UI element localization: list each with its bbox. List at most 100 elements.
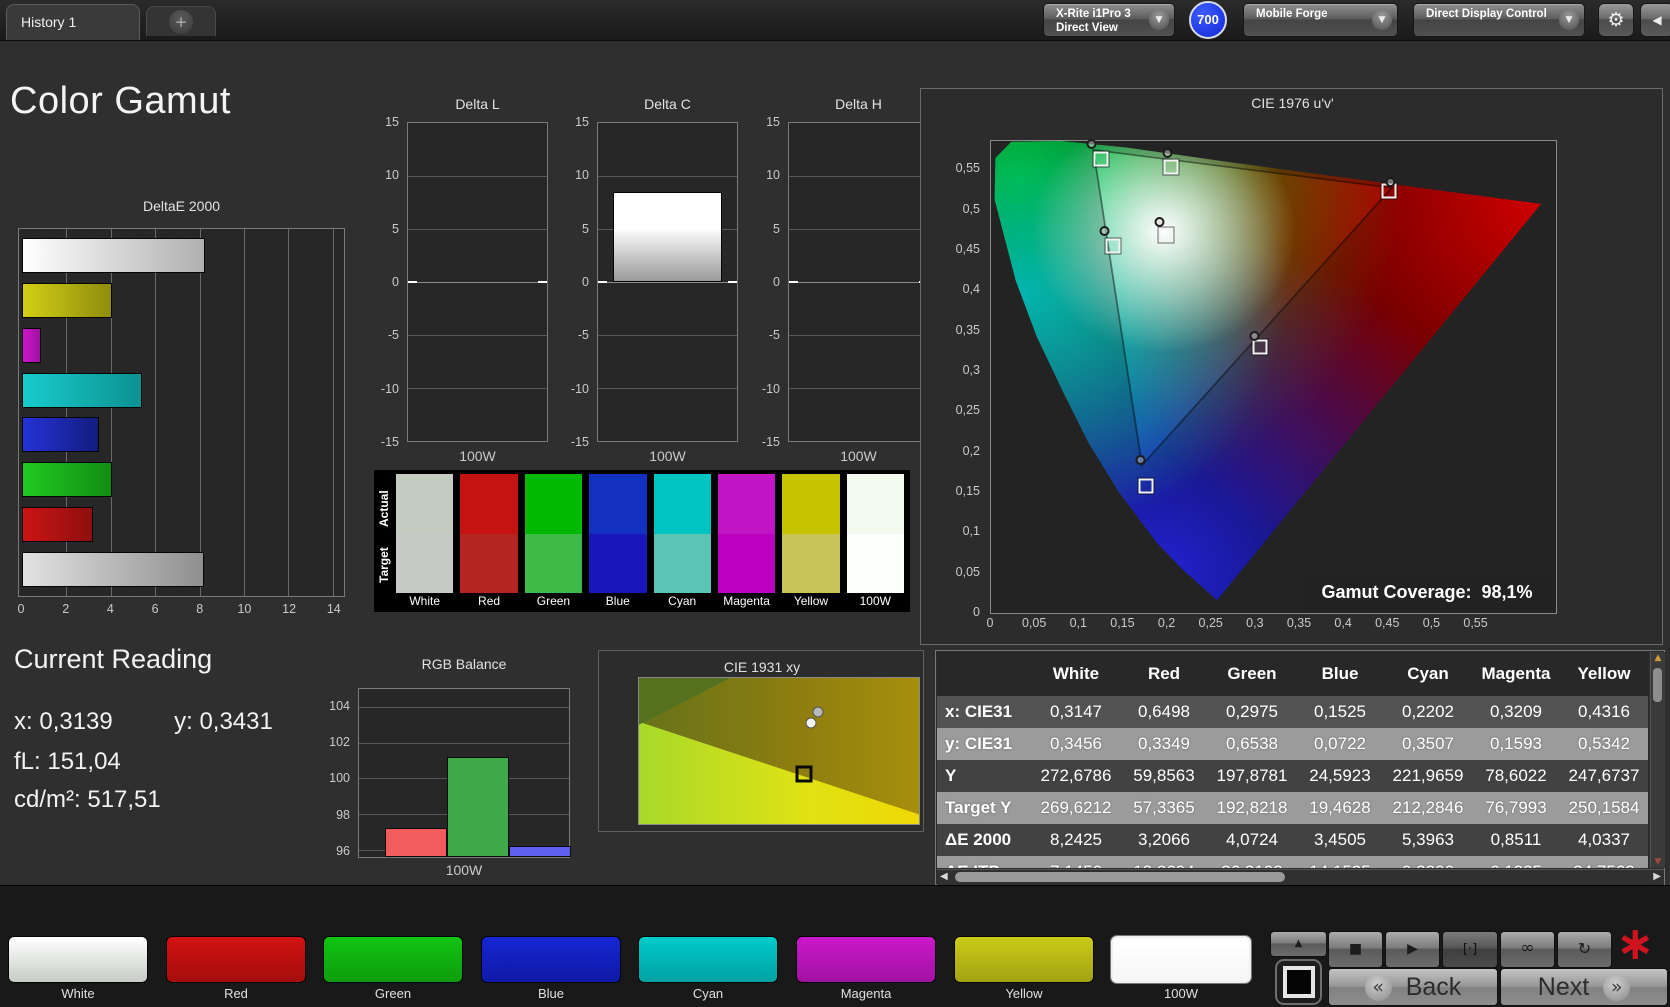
scroll-down-icon[interactable]: ▼ <box>1651 857 1665 867</box>
deltae-x-tick: 6 <box>151 602 159 616</box>
measurement-table-panel: White Red Green Blue Cyan Magenta Yellow… <box>935 650 1665 885</box>
back-label: Back <box>1405 972 1462 1001</box>
deltae-x-tick: 2 <box>62 602 70 616</box>
square-icon <box>1282 966 1315 998</box>
pattern-button-cyan[interactable] <box>638 936 778 983</box>
rgb-y-tick: 98 <box>336 807 350 822</box>
actual-target-swatches: Actual Target White Red Green Blue Cyan Magen… <box>374 470 910 612</box>
add-tab-button[interactable]: + <box>146 6 216 36</box>
pattern-mode-button[interactable]: [·] <box>1442 931 1498 968</box>
deltae-x-axis: 0 2 4 6 8 10 12 14 <box>17 602 345 620</box>
delta-y-tick: 10 <box>385 168 399 183</box>
target-row-label: Target <box>377 547 391 583</box>
delta-c-y-axis: 15 10 5 0 -5 -10 -15 <box>559 115 593 449</box>
deltae-x-tick: 14 <box>326 602 341 616</box>
swatch-column-red: Red <box>460 474 518 610</box>
target-marker-green <box>1092 150 1110 168</box>
pattern-button-label: Cyan <box>692 986 724 1001</box>
cie-x-tick: 0,1 <box>1069 616 1087 630</box>
pattern-button-100w[interactable] <box>1111 936 1251 983</box>
deltae-x-tick: 10 <box>237 602 252 616</box>
next-button[interactable]: Next » <box>1500 968 1668 1006</box>
delta-gridline <box>598 388 737 389</box>
loop-button[interactable]: ∞ <box>1500 931 1555 968</box>
pattern-button-green[interactable] <box>323 936 463 983</box>
delta-y-tick: 0 <box>582 275 589 289</box>
page-title: Color Gamut <box>10 80 231 122</box>
cie-x-tick: 0,55 <box>1463 616 1488 630</box>
pattern-button-label: Magenta <box>840 986 892 1001</box>
deltae-x-tick: 8 <box>196 602 204 616</box>
delta-gridline <box>789 229 928 230</box>
chevron-down-icon: ▼ <box>1149 10 1169 30</box>
swatch-actual <box>524 474 583 534</box>
swatch-target <box>846 533 904 593</box>
delta-h-y-axis: 15 10 5 0 -5 -10 -15 <box>750 115 784 449</box>
cie1931-diagram <box>638 677 920 825</box>
delta-gridline <box>789 176 928 177</box>
pattern-button-label: Green <box>374 986 412 1001</box>
meter-mode: Direct View <box>1056 22 1118 34</box>
pattern-button-blue[interactable] <box>481 936 621 983</box>
table-row: x: CIE31 0,3147 0,6498 0,2975 0,1525 0,2202 0,… <box>937 696 1648 728</box>
gamut-coverage-value: 98,1% <box>1481 582 1533 602</box>
chevron-down-icon: ▼ <box>1372 10 1392 30</box>
table-vertical-scrollbar[interactable]: ▲ ▼ <box>1650 652 1665 868</box>
rgb-bar-blue <box>509 846 571 857</box>
collapse-panel-icon[interactable]: ◀ <box>1640 3 1670 37</box>
delta-h-title: Delta H <box>835 96 882 112</box>
pattern-window-button[interactable] <box>1275 959 1322 1005</box>
refresh-button[interactable]: ↻ <box>1557 931 1612 968</box>
luminance-badge[interactable]: 700 <box>1189 1 1227 39</box>
rgb-y-tick: 100 <box>329 771 350 786</box>
pattern-button-white[interactable] <box>8 936 148 983</box>
meter-status-stripe <box>1046 6 1051 34</box>
swatch-column-white: White <box>396 474 454 610</box>
back-button[interactable]: « Back <box>1328 968 1498 1006</box>
target-marker-blue <box>1137 477 1155 495</box>
rgb-bar-green <box>447 756 509 857</box>
source-dropdown[interactable]: Mobile Forge ▼ <box>1243 3 1398 37</box>
pattern-button-label: Red <box>224 986 248 1001</box>
scroll-right-icon[interactable]: ▶ <box>1653 871 1661 882</box>
pattern-button-yellow[interactable] <box>954 936 1094 983</box>
play-button[interactable]: ▶ <box>1385 931 1440 968</box>
rgb-balance-title: RGB Balance <box>421 656 507 672</box>
cie-x-tick: 0 <box>986 616 994 630</box>
scrollbar-thumb[interactable] <box>1653 668 1662 702</box>
pattern-up-button[interactable]: ▲ <box>1270 931 1327 957</box>
cie-x-tick: 0,35 <box>1286 616 1312 630</box>
tab-history-1[interactable]: History 1 <box>6 4 140 40</box>
cie-y-tick: 0,3 <box>962 362 980 377</box>
swatch-column-magenta: Magenta <box>717 474 776 610</box>
delta-y-tick: 10 <box>575 168 589 183</box>
cie-x-tick: 0,5 <box>1422 616 1441 630</box>
pattern-button-magenta[interactable] <box>796 936 936 983</box>
stop-button[interactable]: ■ <box>1328 931 1383 968</box>
scrollbar-thumb[interactable] <box>955 872 1285 882</box>
reading-x-value: 0,3139 <box>39 708 113 735</box>
deltae-bar-cyan <box>22 372 142 408</box>
deltae-bar-green <box>22 462 113 498</box>
meter-name: X-Rite i1Pro 3 <box>1056 8 1131 20</box>
gear-icon[interactable]: ⚙ <box>1598 3 1634 37</box>
scroll-left-icon[interactable]: ◀ <box>940 871 948 882</box>
deltae-x-tick: 0 <box>17 602 25 616</box>
deltae-bar-blue <box>22 417 99 453</box>
workflow-name: Direct Display Control <box>1426 8 1547 20</box>
gamut-coverage-label: Gamut Coverage: <box>1321 582 1472 602</box>
swatch-label: Cyan <box>668 594 697 608</box>
zero-tick <box>538 281 547 283</box>
pattern-button-red[interactable] <box>166 936 306 983</box>
meter-dropdown[interactable]: X-Rite i1Pro 3 Direct View ▼ <box>1043 3 1175 37</box>
workflow-dropdown[interactable]: Direct Display Control ▼ <box>1413 3 1585 37</box>
swatch-column-blue: Blue <box>589 474 647 610</box>
chevron-down-icon: ▼ <box>1559 10 1579 30</box>
swatch-target <box>396 533 454 593</box>
delta-y-tick: 15 <box>766 115 780 129</box>
rgb-bar-red <box>385 828 447 857</box>
measured-marker-blue <box>1135 454 1146 465</box>
scroll-up-icon[interactable]: ▲ <box>1651 653 1665 663</box>
table-horizontal-scrollbar[interactable]: ◀ ▶ <box>937 869 1664 885</box>
col-white: White <box>1032 652 1120 696</box>
